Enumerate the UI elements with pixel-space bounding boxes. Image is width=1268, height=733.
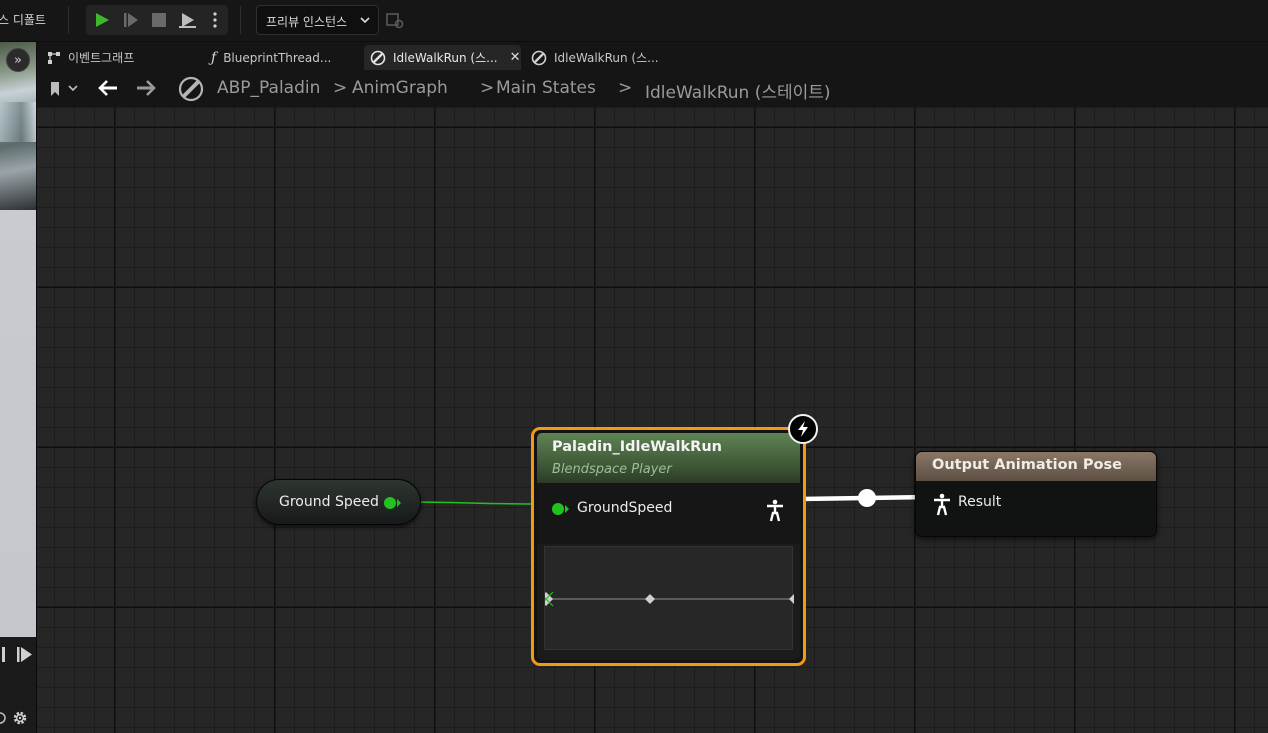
input-pin-label: Result	[958, 494, 1002, 510]
node-header: Paladin_IdleWalkRun Blendspace Player	[537, 433, 800, 483]
blendspace-player-node[interactable]: Paladin_IdleWalkRun Blendspace Player Gr…	[531, 427, 806, 666]
float-input-pin[interactable]	[551, 501, 571, 517]
node-body: Paladin_IdleWalkRun Blendspace Player Gr…	[537, 433, 800, 660]
sample-point	[789, 594, 794, 604]
float-output-pin[interactable]	[383, 495, 403, 511]
node-subtitle: Blendspace Player	[552, 462, 672, 477]
node-pin-row: GroundSpeed	[537, 483, 800, 544]
node-title: Paladin_IdleWalkRun	[552, 439, 722, 455]
blendspace-axis-graph	[545, 591, 794, 607]
pose-output-pin-icon[interactable]	[766, 498, 788, 522]
variable-node-label: Ground Speed	[279, 494, 379, 510]
wire-reroute-knot[interactable]	[858, 489, 876, 507]
pose-input-pin-icon[interactable]	[932, 492, 954, 516]
output-animation-pose-node[interactable]: Output Animation Pose Result	[915, 451, 1157, 537]
ground-speed-variable-node[interactable]: Ground Speed	[256, 479, 421, 525]
node-header: Output Animation Pose	[916, 452, 1156, 481]
fast-path-lightning-icon	[788, 414, 818, 444]
input-pin-label: GroundSpeed	[577, 500, 673, 516]
blendspace-preview	[544, 546, 794, 650]
node-title: Output Animation Pose	[932, 457, 1122, 473]
sample-point	[645, 594, 655, 604]
float-wire	[399, 501, 546, 505]
